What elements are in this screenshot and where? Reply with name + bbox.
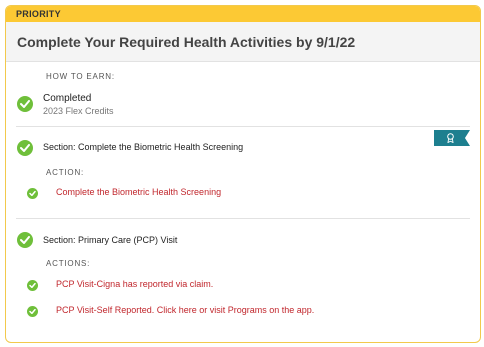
priority-card: PRIORITY Complete Your Required Health A…: [5, 5, 481, 343]
action-check-icon: [27, 188, 38, 199]
action-link-biometric-screening[interactable]: Complete the Biometric Health Screening: [56, 187, 221, 197]
section-check-icon: [17, 140, 33, 156]
priority-banner: PRIORITY: [6, 6, 480, 22]
section-check-icon: [17, 232, 33, 248]
action-link-pcp-claim[interactable]: PCP Visit-Cigna has reported via claim.: [56, 279, 213, 289]
how-to-earn-label: HOW TO EARN:: [46, 72, 115, 81]
action-link-pcp-self-reported[interactable]: PCP Visit-Self Reported. Click here or v…: [56, 305, 314, 315]
flex-credits-label: 2023 Flex Credits: [43, 106, 114, 116]
award-ribbon-icon: [447, 133, 454, 143]
completed-status: Completed: [43, 93, 92, 104]
section-title-biometric: Section: Complete the Biometric Health S…: [43, 142, 244, 152]
award-badge: [434, 130, 470, 146]
card-title: Complete Your Required Health Activities…: [6, 22, 480, 62]
action-check-icon: [27, 306, 38, 317]
action-label: ACTION:: [46, 168, 85, 177]
divider: [16, 218, 470, 219]
completed-check-icon: [17, 96, 33, 112]
divider: [16, 126, 470, 127]
section-title-pcp-visit: Section: Primary Care (PCP) Visit: [43, 235, 178, 245]
action-check-icon: [27, 280, 38, 291]
actions-label: ACTIONS:: [46, 259, 91, 268]
